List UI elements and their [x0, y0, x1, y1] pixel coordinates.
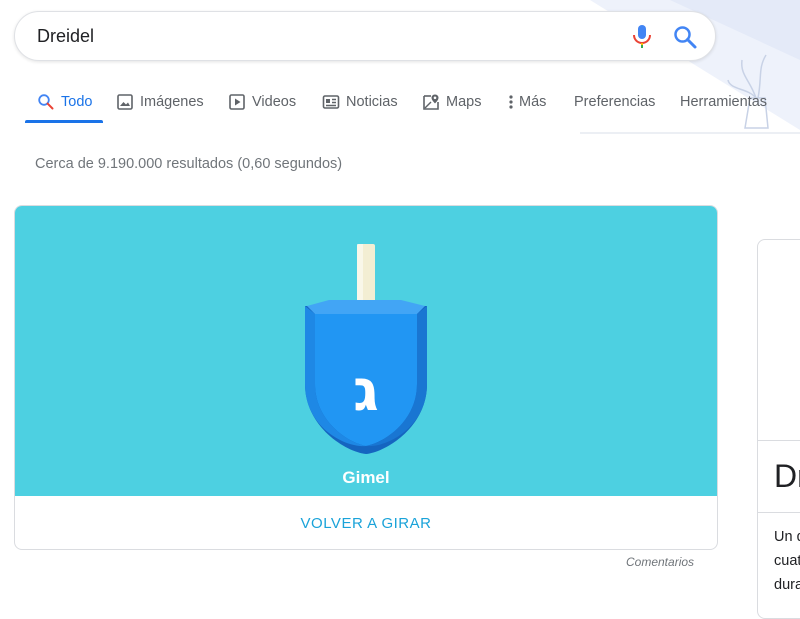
desc-line: dura [774, 577, 800, 593]
image-icon [116, 93, 134, 111]
dreidel-stage: ג Gimel [15, 206, 717, 496]
preferences-label: Preferencias [574, 94, 656, 110]
search-tabs: Todo Imágenes Videos Noticias Maps Más P… [25, 82, 795, 124]
tab-label: Videos [252, 94, 297, 110]
dreidel-letter: ג [353, 356, 379, 424]
desc-line: cuat [774, 553, 800, 569]
letter-name: Gimel [342, 468, 390, 487]
tab-mas[interactable]: Más [507, 82, 546, 122]
play-icon [228, 93, 246, 111]
tab-videos[interactable]: Videos [228, 82, 296, 122]
search-input[interactable] [37, 24, 597, 48]
search-icon [37, 93, 55, 111]
spin-again-button[interactable]: VOLVER A GIRAR [15, 497, 717, 549]
tab-label: Noticias [346, 94, 398, 110]
divider [758, 440, 800, 441]
preferences-link[interactable]: Preferencias [574, 82, 655, 122]
tools-label: Herramientas [680, 94, 768, 110]
knowledge-panel-description: Un d cuat dura [774, 525, 800, 597]
search-box[interactable] [14, 11, 716, 61]
dreidel-illustration[interactable]: ג [301, 242, 431, 462]
tab-label: Imágenes [140, 94, 204, 110]
tab-label: Más [519, 94, 547, 110]
tab-maps[interactable]: Maps [422, 82, 481, 122]
desc-line: Un d [774, 529, 800, 545]
tab-noticias[interactable]: Noticias [322, 82, 398, 122]
tab-label: Todo [61, 94, 93, 110]
tab-todo[interactable]: Todo [37, 82, 92, 122]
microphone-icon[interactable] [629, 23, 655, 49]
knowledge-panel-title: Dr [774, 458, 800, 494]
news-icon [322, 93, 340, 111]
map-pin-icon [422, 93, 440, 111]
dreidel-widget: ג Gimel VOLVER A GIRAR [14, 205, 718, 550]
active-tab-indicator [25, 120, 103, 123]
tools-link[interactable]: Herramientas [680, 82, 767, 122]
tab-label: Maps [446, 94, 482, 110]
tab-imagenes[interactable]: Imágenes [116, 82, 204, 122]
result-stats: Cerca de 9.190.000 resultados (0,60 segu… [35, 156, 343, 172]
search-icon[interactable] [671, 23, 699, 51]
divider [758, 512, 800, 513]
knowledge-panel: Dr Un d cuat dura [757, 239, 800, 619]
more-vert-icon [507, 93, 515, 111]
feedback-link[interactable]: Comentarios [626, 555, 694, 569]
